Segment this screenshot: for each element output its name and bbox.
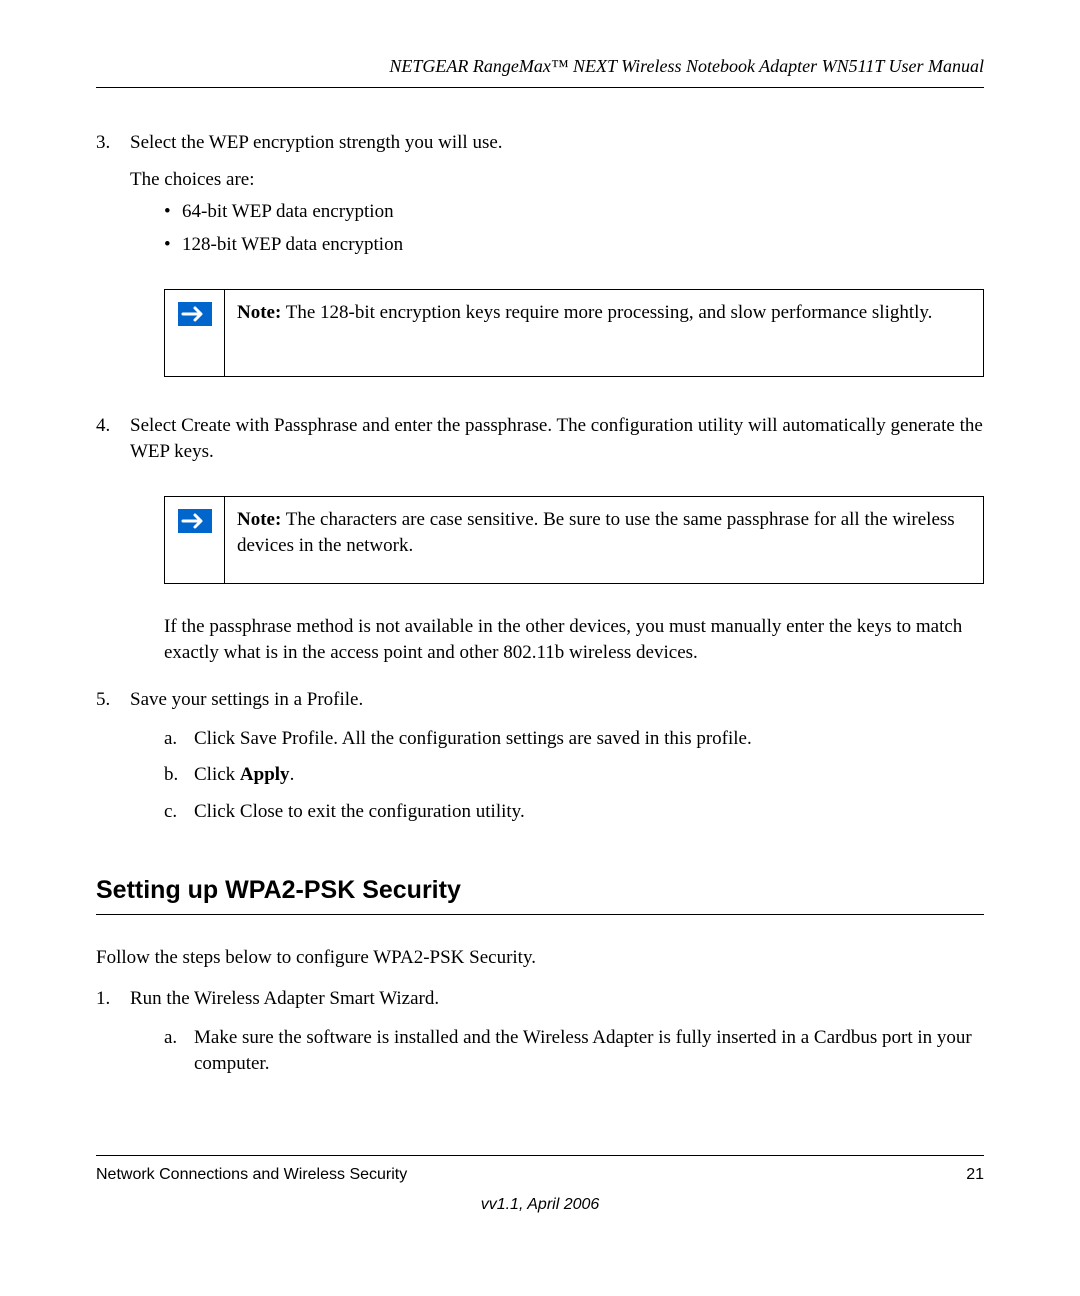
step-3-bullets: 64-bit WEP data encryption 128-bit WEP d…	[130, 199, 984, 258]
section-step-1-text: Run the Wireless Adapter Smart Wizard.	[130, 986, 984, 1013]
step-5: 5. Save your settings in a Profile. a. C…	[96, 687, 984, 835]
step-5-substeps: a. Click Save Profile. All the configura…	[130, 726, 984, 826]
section-heading: Setting up WPA2-PSK Security	[96, 873, 984, 915]
note-2-text: Note: The characters are case sensitive.…	[225, 497, 983, 583]
substep-letter: b.	[164, 762, 194, 789]
substep-letter: a.	[164, 726, 194, 753]
step-4: 4. Select Create with Passphrase and ent…	[96, 413, 984, 681]
note-icon-cell	[165, 290, 225, 376]
after-note-2: If the passphrase method is not availabl…	[164, 614, 984, 667]
arrow-right-icon	[178, 509, 212, 533]
substep-a: a. Click Save Profile. All the configura…	[164, 726, 984, 753]
bullet-item: 128-bit WEP data encryption	[164, 232, 984, 259]
arrow-right-icon	[178, 302, 212, 326]
note-box-2: Note: The characters are case sensitive.…	[164, 496, 984, 584]
substep-c: c. Click Close to exit the configuration…	[164, 799, 984, 826]
substep-text: Click Close to exit the configuration ut…	[194, 799, 984, 826]
section-step-1-substeps: a. Make sure the software is installed a…	[130, 1025, 984, 1078]
step-3-sub: The choices are:	[130, 167, 984, 194]
page-footer: Network Connections and Wireless Securit…	[96, 1155, 984, 1186]
step-3-number: 3.	[96, 130, 130, 406]
note-icon-cell	[165, 497, 225, 583]
footer-version: vv1.1, April 2006	[0, 1194, 1080, 1216]
substep-letter: a.	[164, 1025, 194, 1078]
footer-left: Network Connections and Wireless Securit…	[96, 1164, 407, 1186]
section-step-1: 1. Run the Wireless Adapter Smart Wizard…	[96, 986, 984, 1088]
section-intro: Follow the steps below to configure WPA2…	[96, 945, 984, 972]
page-number: 21	[966, 1164, 984, 1186]
section-step-1-number: 1.	[96, 986, 130, 1088]
substep-text: Make sure the software is installed and …	[194, 1025, 984, 1078]
substep-text: Click Save Profile. All the configuratio…	[194, 726, 984, 753]
step-5-number: 5.	[96, 687, 130, 835]
bold-apply: Apply	[240, 764, 290, 785]
note-body: The 128-bit encryption keys require more…	[281, 302, 932, 323]
step-3: 3. Select the WEP encryption strength yo…	[96, 130, 984, 406]
note-label: Note:	[237, 302, 281, 323]
substep-a: a. Make sure the software is installed a…	[164, 1025, 984, 1078]
step-3-text: Select the WEP encryption strength you w…	[130, 130, 984, 157]
step-4-text: Select Create with Passphrase and enter …	[130, 413, 984, 466]
substep-letter: c.	[164, 799, 194, 826]
header-title: NETGEAR RangeMax™ NEXT Wireless Notebook…	[389, 56, 984, 76]
note-1-text: Note: The 128-bit encryption keys requir…	[225, 290, 983, 376]
note-box-1: Note: The 128-bit encryption keys requir…	[164, 289, 984, 377]
note-label: Note:	[237, 509, 281, 530]
note-body: The characters are case sensitive. Be su…	[237, 509, 955, 557]
page-header: NETGEAR RangeMax™ NEXT Wireless Notebook…	[96, 54, 984, 88]
step-4-number: 4.	[96, 413, 130, 681]
substep-text: Click Apply.	[194, 762, 984, 789]
step-5-text: Save your settings in a Profile.	[130, 687, 984, 714]
bullet-item: 64-bit WEP data encryption	[164, 199, 984, 226]
substep-b: b. Click Apply.	[164, 762, 984, 789]
